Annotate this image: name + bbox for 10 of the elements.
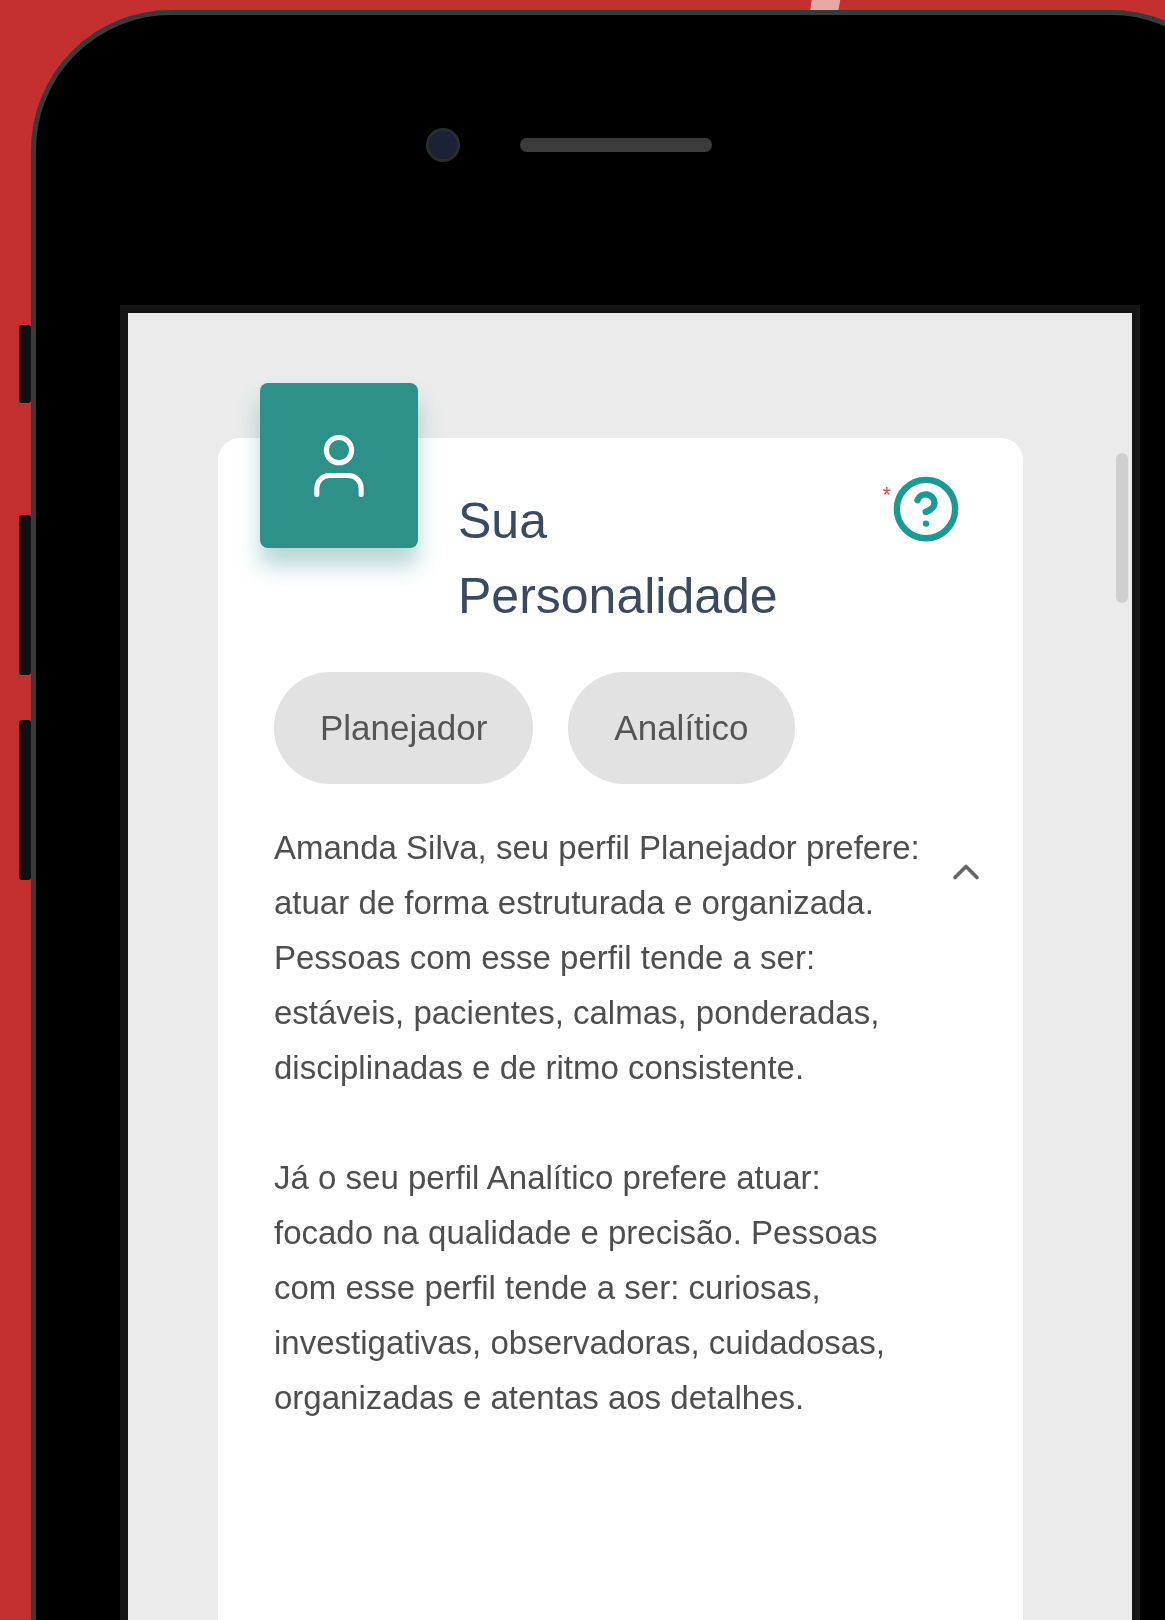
help-icon <box>891 474 961 544</box>
profile-tag: Analítico <box>568 672 795 784</box>
camera-icon <box>426 128 460 162</box>
help-button[interactable] <box>891 474 961 544</box>
scrollbar-thumb[interactable] <box>1116 453 1128 603</box>
card-title: Sua Personalidade <box>458 492 779 626</box>
required-mark: * <box>882 482 891 508</box>
profile-description: Já o seu perfil Analítico prefere atuar: focado na qualidade e precisão. Pessoas com esse perfil tende a ser: curiosas, investigativas, observadoras, cuidadosas, organizadas e atentas aos detalhes. <box>274 1158 886 1418</box>
profile-tag: Planejador <box>274 672 534 784</box>
profile-description: Amanda Silva, seu perfil Planejador prefere: atuar de forma estruturada e organizada. Pessoas com esse perfil tende a ser: estáveis, pacientes, calmas, ponderadas, disciplinadas e de ritmo consistente. <box>274 828 921 1088</box>
